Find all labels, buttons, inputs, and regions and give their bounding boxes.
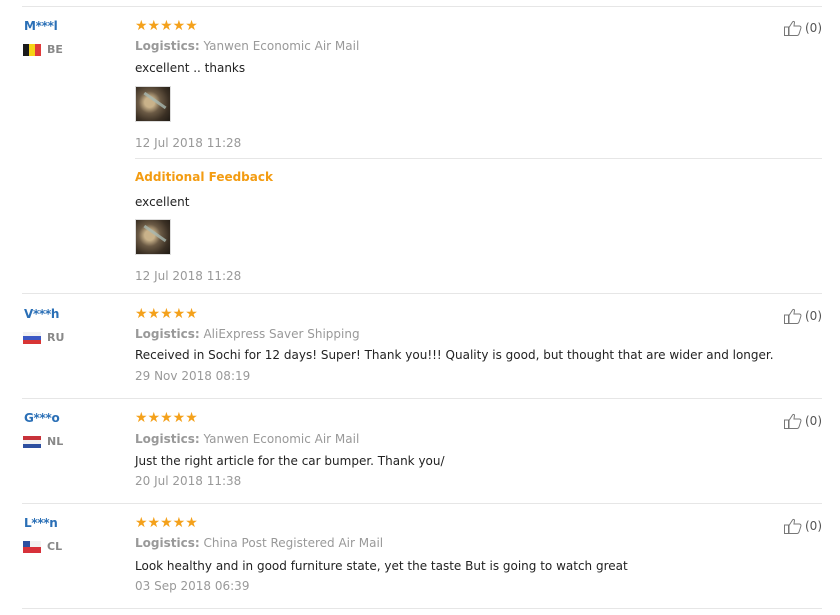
- reviewer-name[interactable]: M***l: [24, 19, 58, 33]
- reviewer-country: RU: [23, 331, 64, 344]
- review-item: G***o NL ★★★★★ Logistics: Yanwen Economi…: [22, 399, 822, 504]
- thumbs-up-icon: [784, 413, 802, 429]
- country-code: NL: [47, 435, 64, 448]
- like-count: (0): [805, 21, 822, 35]
- review-item: V***h RU ★★★★★ Logistics: AliExpress Sav…: [22, 294, 822, 399]
- logistics-info: Logistics: China Post Registered Air Mai…: [135, 536, 383, 550]
- flag-icon: [23, 331, 41, 344]
- logistics-info: Logistics: Yanwen Economic Air Mail: [135, 432, 359, 446]
- logistics-info: Logistics: Yanwen Economic Air Mail: [135, 39, 359, 53]
- flag-icon: [23, 540, 41, 553]
- thumbs-up-icon: [784, 518, 802, 534]
- like-button[interactable]: (0): [784, 20, 822, 36]
- additional-feedback-date: 12 Jul 2018 11:28: [135, 269, 242, 283]
- logistics-label: Logistics:: [135, 432, 200, 446]
- reviewer-name[interactable]: L***n: [24, 516, 58, 530]
- review-date: 29 Nov 2018 08:19: [135, 369, 251, 383]
- logistics-value: Yanwen Economic Air Mail: [203, 432, 360, 446]
- thumbs-up-icon: [784, 308, 802, 324]
- like-count: (0): [805, 309, 822, 323]
- reviewer-country: NL: [23, 435, 63, 448]
- review-text: Received in Sochi for 12 days! Super! Th…: [135, 348, 774, 362]
- review-item: L***n CL ★★★★★ Logistics: China Post Reg…: [22, 504, 822, 609]
- additional-photo-thumbnail[interactable]: [135, 219, 171, 255]
- like-button[interactable]: (0): [784, 518, 822, 534]
- like-button[interactable]: (0): [784, 413, 822, 429]
- flag-icon: [23, 43, 41, 56]
- reviewer-country: CL: [23, 540, 62, 553]
- reviewer-country: BE: [23, 43, 63, 56]
- star-rating: ★★★★★: [135, 18, 198, 34]
- logistics-label: Logistics:: [135, 536, 200, 550]
- like-count: (0): [805, 414, 822, 428]
- review-item: M***l BE ★★★★★ Logistics: Yanwen Economi…: [22, 7, 822, 294]
- review-text: Just the right article for the car bumpe…: [135, 454, 445, 468]
- review-text: Look healthy and in good furniture state…: [135, 559, 628, 573]
- thumbs-up-icon: [784, 20, 802, 36]
- logistics-value: China Post Registered Air Mail: [203, 536, 384, 550]
- review-photo-thumbnail[interactable]: [135, 86, 171, 122]
- reviewer-name[interactable]: V***h: [24, 307, 59, 321]
- inner-divider: [135, 158, 822, 159]
- review-text: excellent .. thanks: [135, 61, 246, 75]
- review-divider: [22, 608, 822, 609]
- country-code: RU: [47, 331, 65, 344]
- review-date: 20 Jul 2018 11:38: [135, 474, 242, 488]
- review-date: 12 Jul 2018 11:28: [135, 136, 242, 150]
- logistics-value: AliExpress Saver Shipping: [203, 327, 360, 341]
- reviewer-name[interactable]: G***o: [24, 411, 60, 425]
- like-button[interactable]: (0): [784, 308, 822, 324]
- review-date: 03 Sep 2018 06:39: [135, 579, 250, 593]
- country-code: BE: [47, 43, 63, 56]
- logistics-value: Yanwen Economic Air Mail: [203, 39, 360, 53]
- like-count: (0): [805, 519, 822, 533]
- country-code: CL: [47, 540, 63, 553]
- additional-feedback-title: Additional Feedback: [135, 170, 273, 184]
- star-rating: ★★★★★: [135, 306, 198, 322]
- logistics-info: Logistics: AliExpress Saver Shipping: [135, 327, 360, 341]
- additional-feedback-text: excellent: [135, 195, 190, 209]
- logistics-label: Logistics:: [135, 39, 200, 53]
- star-rating: ★★★★★: [135, 515, 198, 531]
- star-rating: ★★★★★: [135, 410, 198, 426]
- logistics-label: Logistics:: [135, 327, 200, 341]
- flag-icon: [23, 435, 41, 448]
